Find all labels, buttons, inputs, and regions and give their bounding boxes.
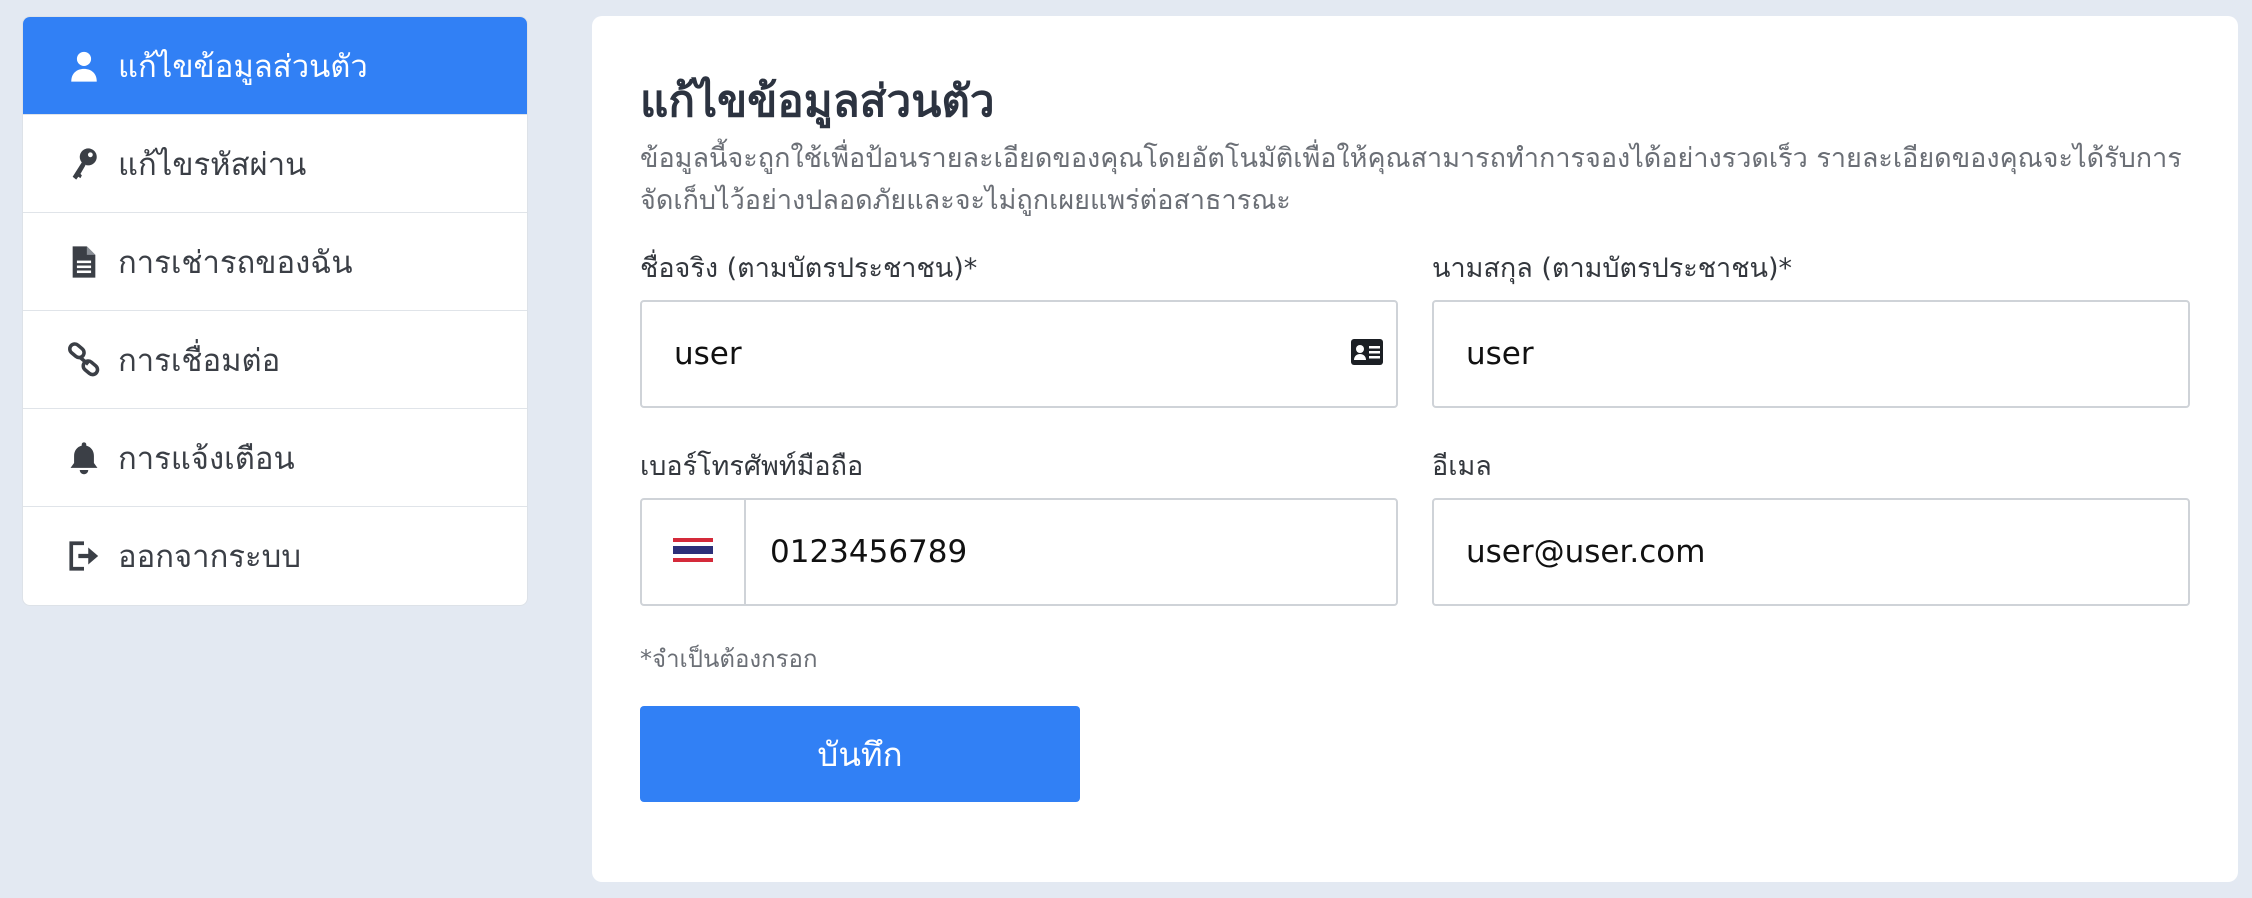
document-icon — [66, 242, 102, 282]
last-name-value: user — [1466, 336, 1534, 372]
sidebar-menu: แก้ไขข้อมูลส่วนตัว แก้ไขรหัสผ่าน การเช่า… — [22, 16, 528, 606]
sidebar-item-edit-profile[interactable]: แก้ไขข้อมูลส่วนตัว — [23, 17, 527, 115]
sidebar-item-connections[interactable]: การเชื่อมต่อ — [23, 311, 527, 409]
sidebar-item-label: การแจ้งเตือน — [118, 440, 295, 477]
last-name-label: นามสกุล (ตามบัตรประชาชน)* — [1432, 253, 1793, 284]
profile-form-card: แก้ไขข้อมูลส่วนตัว ข้อมูลนี้จะถูกใช้เพื่… — [592, 16, 2238, 882]
page-title: แก้ไขข้อมูลส่วนตัว — [640, 76, 995, 127]
key-icon — [66, 144, 102, 184]
form-description: ข้อมูลนี้จะถูกใช้เพื่อป้อนรายละเอียดของค… — [640, 143, 2182, 216]
first-name-field[interactable]: user — [640, 300, 1398, 408]
phone-value: 0123456789 — [770, 534, 968, 570]
email-value: user@user.com — [1466, 534, 1706, 570]
phone-field[interactable]: 0123456789 — [640, 498, 1398, 606]
first-name-value: user — [674, 336, 742, 372]
link-icon — [66, 340, 102, 380]
sidebar-item-notifications[interactable]: การแจ้งเตือน — [23, 409, 527, 507]
sidebar-item-my-rentals[interactable]: การเช่ารถของฉัน — [23, 213, 527, 311]
required-note: *จำเป็นต้องกรอก — [640, 645, 818, 673]
save-button[interactable]: บันทึก — [640, 706, 1080, 802]
phone-label: เบอร์โทรศัพท์มือถือ — [640, 451, 864, 482]
sidebar-item-label: แก้ไขข้อมูลส่วนตัว — [118, 48, 368, 85]
id-card-icon — [1350, 338, 1384, 366]
first-name-label: ชื่อจริง (ตามบัตรประชาชน)* — [640, 253, 978, 284]
thailand-flag-icon — [673, 538, 713, 566]
email-field[interactable]: user@user.com — [1432, 498, 2190, 606]
sidebar-item-change-password[interactable]: แก้ไขรหัสผ่าน — [23, 115, 527, 213]
bell-icon — [66, 438, 102, 478]
last-name-field[interactable]: user — [1432, 300, 2190, 408]
sidebar-item-label: แก้ไขรหัสผ่าน — [118, 146, 307, 183]
sidebar-item-logout[interactable]: ออกจากระบบ — [23, 507, 527, 605]
sidebar-item-label: การเชื่อมต่อ — [118, 342, 281, 379]
country-code-selector[interactable] — [642, 500, 746, 604]
sidebar-item-label: การเช่ารถของฉัน — [118, 244, 353, 281]
email-label: อีเมล — [1432, 451, 1492, 482]
logout-icon — [66, 536, 102, 576]
sidebar-item-label: ออกจากระบบ — [118, 539, 302, 575]
user-icon — [66, 46, 102, 86]
